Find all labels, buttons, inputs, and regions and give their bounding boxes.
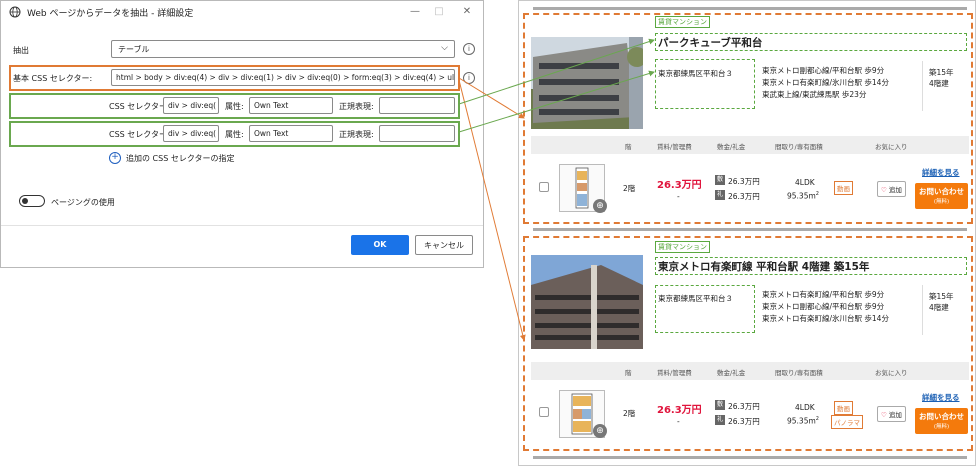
arrow-to-card-2 <box>458 79 526 341</box>
arrow-to-name <box>458 38 655 105</box>
arrow-to-card-1 <box>458 77 525 119</box>
connector-arrows <box>458 38 655 341</box>
arrow-to-address <box>458 70 655 133</box>
